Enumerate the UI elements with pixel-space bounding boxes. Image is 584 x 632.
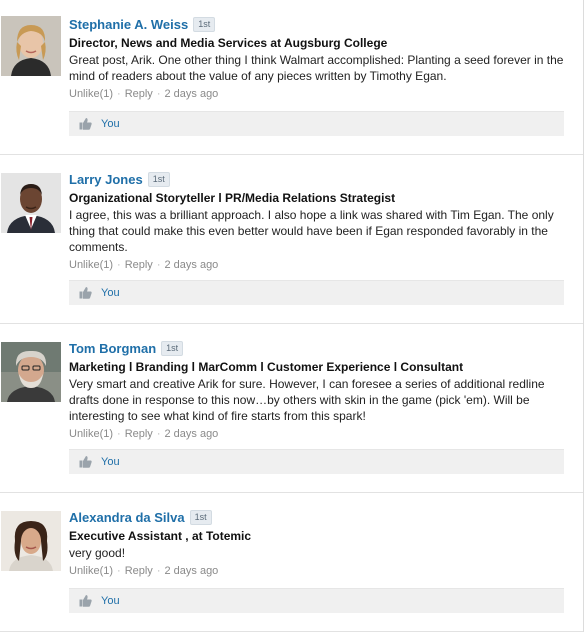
comment-item: Stephanie A. Weiss 1st Director, News and… — [0, 0, 583, 155]
comment-timestamp: 2 days ago — [164, 259, 219, 271]
liker-you-link[interactable]: You — [101, 112, 120, 136]
connection-degree-badge: 1st — [161, 341, 184, 356]
comment-item: Larry Jones 1st Organizational Storytelle… — [0, 155, 583, 324]
likes-bar: You — [69, 280, 564, 305]
comment-body: Stephanie A. Weiss 1st Director, News and… — [69, 16, 577, 101]
comment-actions: Unlike(1) · Reply · 2 days ago — [69, 259, 219, 271]
unlike-link[interactable]: Unlike(1) — [69, 88, 113, 100]
thumbs-up-icon — [79, 118, 92, 130]
reply-link[interactable]: Reply — [125, 565, 153, 577]
comment-actions: Unlike(1) · Reply · 2 days ago — [69, 565, 219, 577]
liker-you-link[interactable]: You — [101, 450, 120, 474]
commenter-name[interactable]: Tom Borgman — [69, 341, 156, 356]
unlike-link[interactable]: Unlike(1) — [69, 565, 113, 577]
comment-body: Larry Jones 1st Organizational Storytelle… — [69, 171, 577, 272]
connection-degree-badge: 1st — [147, 172, 170, 187]
comment-actions: Unlike(1) · Reply · 2 days ago — [69, 88, 219, 100]
likes-bar: You — [69, 111, 564, 136]
comment-timestamp: 2 days ago — [164, 428, 219, 440]
liker-you-link[interactable]: You — [101, 589, 120, 613]
reply-link[interactable]: Reply — [125, 428, 153, 440]
liker-you-link[interactable]: You — [101, 281, 120, 305]
avatar[interactable] — [1, 16, 61, 76]
commenter-headline: Marketing l Branding l MarComm l Custome… — [69, 360, 464, 374]
avatar[interactable] — [1, 173, 61, 233]
comment-item: Tom Borgman 1st Marketing l Branding l Ma… — [0, 324, 583, 493]
avatar[interactable] — [1, 511, 61, 571]
thumbs-up-icon — [79, 595, 92, 607]
commenter-headline: Executive Assistant , at Totemic — [69, 529, 252, 543]
comment-body: Alexandra da Silva 1st Executive Assistan… — [69, 509, 577, 578]
unlike-link[interactable]: Unlike(1) — [69, 428, 113, 440]
connection-degree-badge: 1st — [189, 510, 212, 525]
comment-text: very good! — [69, 546, 126, 560]
comment-item: Alexandra da Silva 1st Executive Assistan… — [0, 493, 583, 632]
thumbs-up-icon — [79, 456, 92, 468]
likes-bar: You — [69, 449, 564, 474]
avatar[interactable] — [1, 342, 61, 402]
reply-link[interactable]: Reply — [125, 259, 153, 271]
comment-text: Great post, Arik. One other thing I thin… — [69, 53, 564, 83]
unlike-link[interactable]: Unlike(1) — [69, 259, 113, 271]
comment-timestamp: 2 days ago — [164, 88, 219, 100]
connection-degree-badge: 1st — [193, 17, 216, 32]
comment-actions: Unlike(1) · Reply · 2 days ago — [69, 428, 219, 440]
commenter-name[interactable]: Alexandra da Silva — [69, 510, 185, 525]
commenter-name[interactable]: Larry Jones — [69, 172, 143, 187]
comment-body: Tom Borgman 1st Marketing l Branding l Ma… — [69, 340, 577, 441]
likes-bar: You — [69, 588, 564, 613]
commenter-headline: Organizational Storyteller l PR/Media Re… — [69, 191, 396, 205]
comment-list: Stephanie A. Weiss 1st Director, News and… — [0, 0, 584, 632]
comment-text: Very smart and creative Arik for sure. H… — [69, 377, 545, 423]
thumbs-up-icon — [79, 287, 92, 299]
comment-text: I agree, this was a brilliant approach. … — [69, 208, 554, 254]
commenter-name[interactable]: Stephanie A. Weiss — [69, 17, 188, 32]
commenter-headline: Director, News and Media Services at Aug… — [69, 36, 388, 50]
comment-timestamp: 2 days ago — [164, 565, 219, 577]
reply-link[interactable]: Reply — [125, 88, 153, 100]
